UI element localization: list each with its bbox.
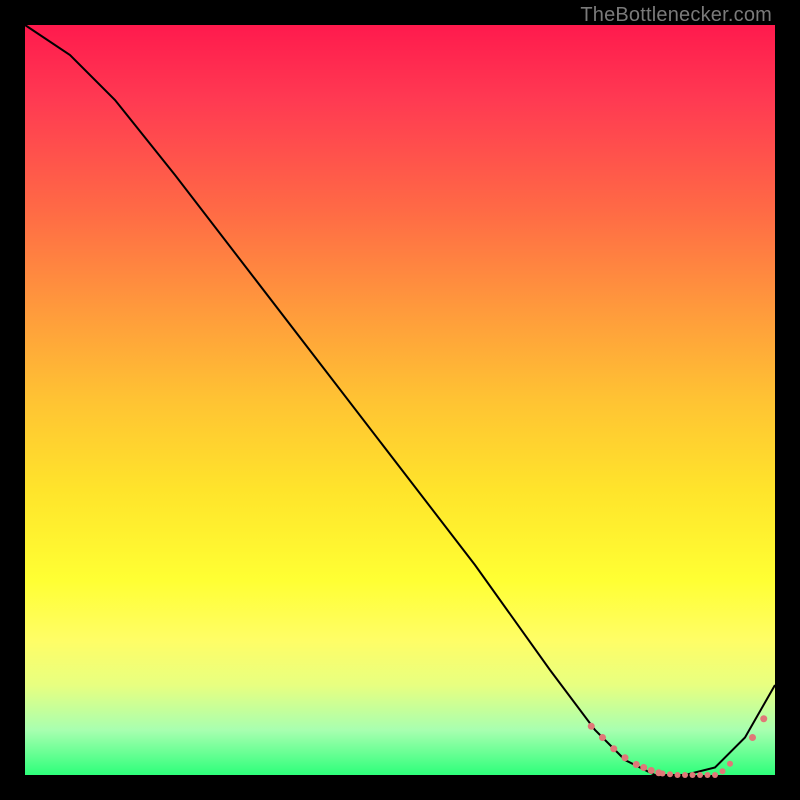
- curve-marker: [622, 754, 629, 761]
- curve-marker: [690, 772, 696, 778]
- watermark-text: TheBottlenecker.com: [580, 4, 772, 27]
- curve-marker: [697, 772, 703, 778]
- curve-marker: [682, 772, 688, 778]
- curve-marker: [760, 715, 767, 722]
- curve-marker: [667, 771, 673, 777]
- curve-marker: [705, 772, 711, 778]
- curve-marker: [588, 723, 595, 730]
- curve-marker: [640, 764, 647, 771]
- curve-marker: [648, 767, 655, 774]
- curve-layer: [25, 25, 775, 775]
- chart-svg: [25, 25, 775, 775]
- curve-marker: [599, 734, 606, 741]
- curve-marker: [727, 761, 733, 767]
- curve-marker: [712, 772, 718, 778]
- curve-marker: [749, 734, 756, 741]
- curve-marker: [610, 745, 617, 752]
- curve-path: [25, 25, 775, 775]
- marker-layer: [588, 715, 768, 778]
- curve-marker: [675, 772, 681, 778]
- plot-area: [25, 25, 775, 775]
- curve-marker: [660, 771, 666, 777]
- curve-marker: [633, 761, 640, 768]
- curve-marker: [720, 768, 726, 774]
- chart-stage: TheBottlenecker.com: [0, 0, 800, 800]
